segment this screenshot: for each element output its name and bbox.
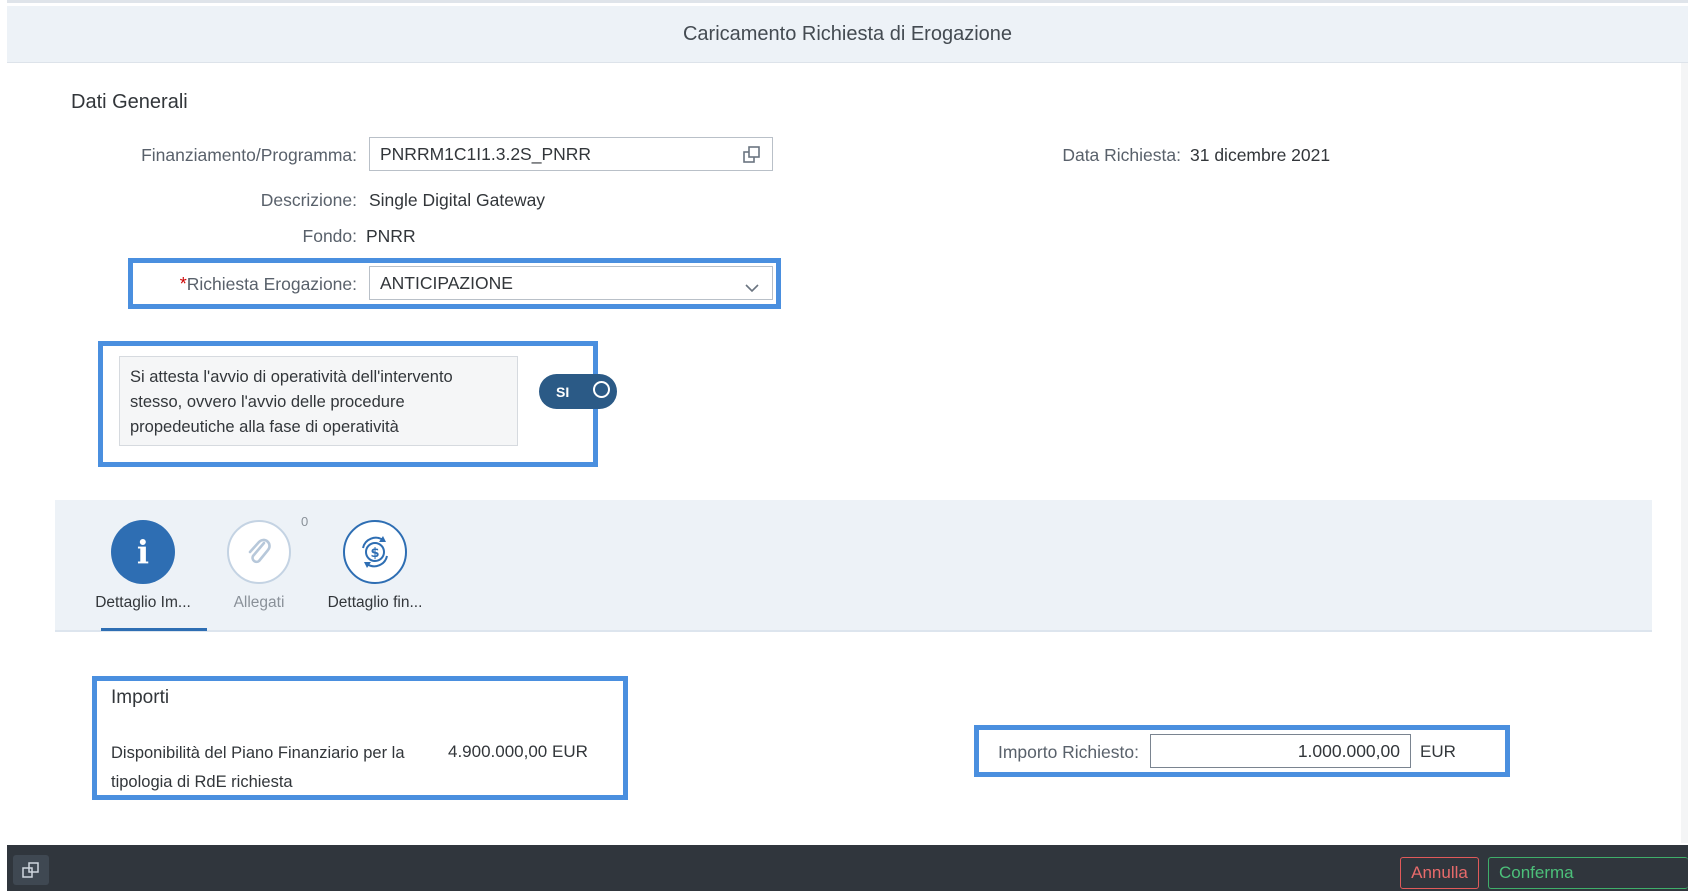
dialog-title: Caricamento Richiesta di Erogazione (7, 6, 1688, 63)
descrizione-label: Descrizione: (260, 190, 357, 210)
disponibilita-value: 4.900.000,00 EUR (448, 742, 588, 761)
fondo-label: Fondo: (302, 226, 357, 246)
importo-currency: EUR (1420, 742, 1456, 761)
tab-label: Dettaglio fin... (327, 594, 423, 611)
finanziamento-label: Finanziamento/Programma: (141, 145, 357, 165)
data-richiesta-label: Data Richiesta: (1062, 145, 1181, 165)
tab-dettaglio-finanziario[interactable]: $ Dettaglio fin... (315, 520, 435, 612)
conferma-button[interactable]: Conferma (1488, 857, 1688, 889)
richiesta-value: ANTICIPAZIONE (380, 272, 513, 293)
importo-richiesto-label: Importo Richiesto: (997, 742, 1139, 762)
importo-richiesto-value: 1.000.000,00 (1297, 740, 1400, 761)
money-exchange-icon: $ (343, 520, 407, 584)
attestation-toggle[interactable]: SI (539, 374, 617, 409)
chevron-down-icon[interactable] (744, 278, 760, 299)
selected-tab-underline (101, 628, 207, 631)
toggle-knob (593, 381, 610, 398)
allegati-count: 0 (301, 514, 309, 529)
finanziamento-value: PNRRM1C1I1.3.2S_PNRR (380, 143, 592, 164)
value-help-icon[interactable] (742, 145, 762, 165)
data-richiesta-value: 31 dicembre 2021 (1190, 145, 1331, 165)
tab-allegati[interactable]: 0 Allegati (199, 514, 319, 612)
richiesta-erogazione-select[interactable]: ANTICIPAZIONE (369, 266, 773, 300)
attestation-text: Si attesta l'avvio di operatività dell'i… (119, 356, 518, 446)
tab-dettaglio-importi[interactable]: i Dettaglio Im... (83, 520, 203, 612)
disponibilita-label: Disponibilità del Piano Finanziario per … (111, 744, 405, 791)
footer-toolbar: Annulla Conferma (7, 845, 1688, 891)
info-icon: i (111, 520, 175, 584)
tab-label: Dettaglio Im... (95, 594, 191, 611)
section-title-dati-generali: Dati Generali (71, 91, 188, 113)
importo-richiesto-input[interactable]: 1.000.000,00 (1150, 734, 1411, 768)
tab-label: Allegati (233, 594, 285, 611)
annulla-button[interactable]: Annulla (1400, 857, 1479, 889)
icon-tab-bar: i Dettaglio Im... 0 Allegati $ Dettaglio… (55, 500, 1652, 632)
required-mark: * (179, 274, 187, 294)
overflow-settings-icon[interactable] (13, 855, 49, 885)
fondo-value: PNRR (366, 226, 416, 246)
svg-text:$: $ (370, 546, 379, 561)
descrizione-value: Single Digital Gateway (369, 190, 546, 210)
scrollbar[interactable] (1681, 63, 1688, 843)
richiesta-label-text: Richiesta Erogazione: (186, 274, 357, 294)
dialog: Caricamento Richiesta di Erogazione Dati… (7, 0, 1688, 891)
importi-title: Importi (111, 687, 170, 708)
toggle-label: SI (556, 383, 570, 400)
richiesta-label: *Richiesta Erogazione: (157, 274, 357, 295)
finanziamento-input[interactable]: PNRRM1C1I1.3.2S_PNRR (369, 137, 773, 171)
paperclip-icon (227, 520, 291, 584)
